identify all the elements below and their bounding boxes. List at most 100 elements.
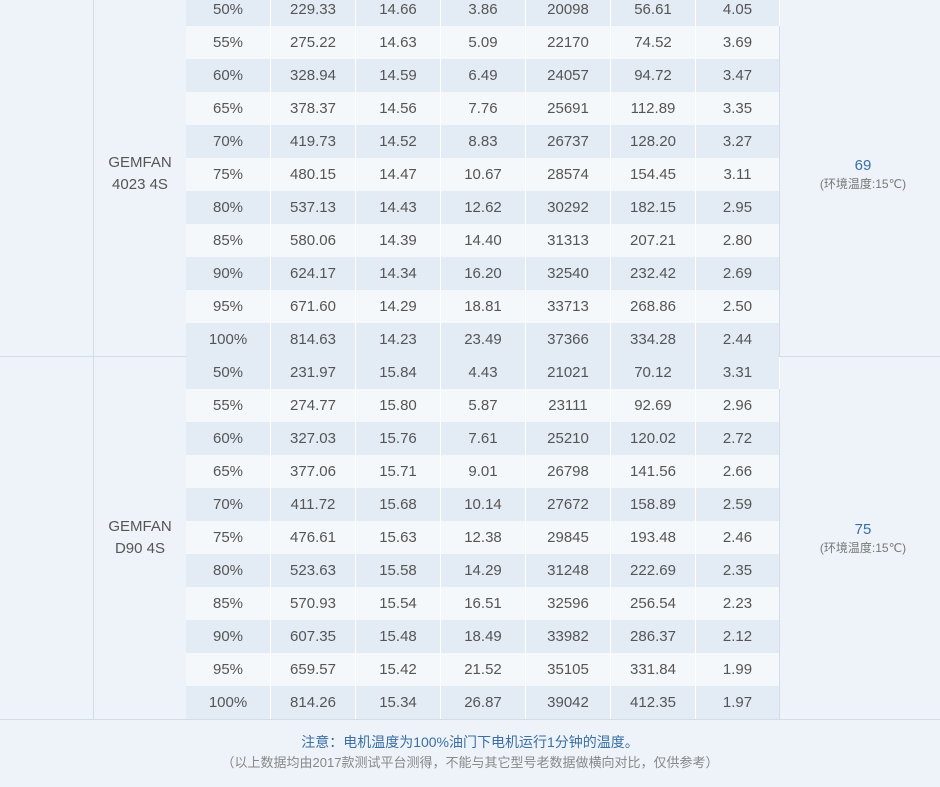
table-cell: 90% — [186, 257, 271, 290]
row-gutter — [0, 0, 94, 356]
table-cell: 1.97 — [696, 686, 780, 719]
table-cell: 4.43 — [441, 356, 526, 389]
table-cell: 2.50 — [696, 290, 780, 323]
table-cell: 33713 — [526, 290, 611, 323]
model-name-line2: 4023 4S — [94, 174, 186, 196]
table-cell: 16.20 — [441, 257, 526, 290]
table-cell: 15.68 — [356, 488, 441, 521]
table-cell: 12.62 — [441, 191, 526, 224]
table-cell: 70.12 — [611, 356, 696, 389]
table-body: GEMFAN4023 4S50%229.3314.663.862009856.6… — [0, 0, 940, 719]
table-cell: 28574 — [526, 158, 611, 191]
table-cell: 14.63 — [356, 26, 441, 59]
table-cell: 33982 — [526, 620, 611, 653]
table-cell: 23.49 — [441, 323, 526, 356]
table-cell: 85% — [186, 587, 271, 620]
table-cell: 607.35 — [271, 620, 356, 653]
table-cell: 327.03 — [271, 422, 356, 455]
table-cell: 2.72 — [696, 422, 780, 455]
table-cell: 814.63 — [271, 323, 356, 356]
table-cell: 268.86 — [611, 290, 696, 323]
model-name-line1: GEMFAN — [94, 152, 186, 174]
table-cell: 26737 — [526, 125, 611, 158]
table-cell: 100% — [186, 686, 271, 719]
table-cell: 100% — [186, 323, 271, 356]
table-cell: 624.17 — [271, 257, 356, 290]
table-cell: 275.22 — [271, 26, 356, 59]
table-cell: 377.06 — [271, 455, 356, 488]
table-cell: 15.63 — [356, 521, 441, 554]
table-cell: 15.42 — [356, 653, 441, 686]
table-cell: 5.09 — [441, 26, 526, 59]
table-cell: 659.57 — [271, 653, 356, 686]
table-cell: 32596 — [526, 587, 611, 620]
table-cell: 22170 — [526, 26, 611, 59]
motor-temperature-cell: 75(环境温度:15℃) — [780, 356, 940, 719]
table-cell: 2.69 — [696, 257, 780, 290]
table-cell: 328.94 — [271, 59, 356, 92]
table-cell: 2.44 — [696, 323, 780, 356]
table-cell: 27672 — [526, 488, 611, 521]
table-cell: 15.84 — [356, 356, 441, 389]
table-cell: 3.86 — [441, 0, 526, 26]
table-cell: 32540 — [526, 257, 611, 290]
table-cell: 671.60 — [271, 290, 356, 323]
table-cell: 31313 — [526, 224, 611, 257]
table-cell: 6.49 — [441, 59, 526, 92]
table-cell: 14.34 — [356, 257, 441, 290]
table-cell: 39042 — [526, 686, 611, 719]
table-cell: 80% — [186, 191, 271, 224]
table-cell: 18.81 — [441, 290, 526, 323]
table-cell: 35105 — [526, 653, 611, 686]
table-cell: 2.96 — [696, 389, 780, 422]
table-cell: 14.52 — [356, 125, 441, 158]
table-cell: 92.69 — [611, 389, 696, 422]
table-cell: 207.21 — [611, 224, 696, 257]
table-cell: 31248 — [526, 554, 611, 587]
model-cell: GEMFAN4023 4S — [94, 0, 187, 356]
table-cell: 523.63 — [271, 554, 356, 587]
table-cell: 15.80 — [356, 389, 441, 422]
table-cell: 222.69 — [611, 554, 696, 587]
table-cell: 26.87 — [441, 686, 526, 719]
table-cell: 12.38 — [441, 521, 526, 554]
table-cell: 2.66 — [696, 455, 780, 488]
table-cell: 7.61 — [441, 422, 526, 455]
table-cell: 412.35 — [611, 686, 696, 719]
model-name-line1: GEMFAN — [94, 516, 186, 538]
table-cell: 120.02 — [611, 422, 696, 455]
table-cell: 476.61 — [271, 521, 356, 554]
table-cell: 95% — [186, 653, 271, 686]
table-cell: 90% — [186, 620, 271, 653]
table-cell: 14.29 — [356, 290, 441, 323]
table-cell: 2.46 — [696, 521, 780, 554]
table-cell: 570.93 — [271, 587, 356, 620]
table-cell: 537.13 — [271, 191, 356, 224]
table-cell: 15.71 — [356, 455, 441, 488]
table-cell: 3.11 — [696, 158, 780, 191]
table-cell: 8.83 — [441, 125, 526, 158]
table-cell: 274.77 — [271, 389, 356, 422]
table-cell: 21.52 — [441, 653, 526, 686]
table-cell: 30292 — [526, 191, 611, 224]
table-cell: 14.39 — [356, 224, 441, 257]
table-cell: 2.95 — [696, 191, 780, 224]
table-cell: 2.80 — [696, 224, 780, 257]
row-gutter — [0, 356, 94, 719]
footer-note-main: 注意：电机温度为100%油门下电机运行1分钟的温度。 — [0, 733, 940, 751]
table-cell: 141.56 — [611, 455, 696, 488]
table-cell: 50% — [186, 356, 271, 389]
table-cell: 3.35 — [696, 92, 780, 125]
ambient-temperature-note: (环境温度:15℃) — [780, 540, 940, 556]
table-cell: 14.43 — [356, 191, 441, 224]
table-cell: 24057 — [526, 59, 611, 92]
table-cell: 15.34 — [356, 686, 441, 719]
ambient-temperature-note: (环境温度:15℃) — [780, 176, 940, 192]
table-cell: 50% — [186, 0, 271, 26]
table-cell: 74.52 — [611, 26, 696, 59]
table-cell: 229.33 — [271, 0, 356, 26]
table-cell: 256.54 — [611, 587, 696, 620]
model-cell: GEMFAND90 4S — [94, 356, 187, 719]
table-cell: 26798 — [526, 455, 611, 488]
table-cell: 14.40 — [441, 224, 526, 257]
